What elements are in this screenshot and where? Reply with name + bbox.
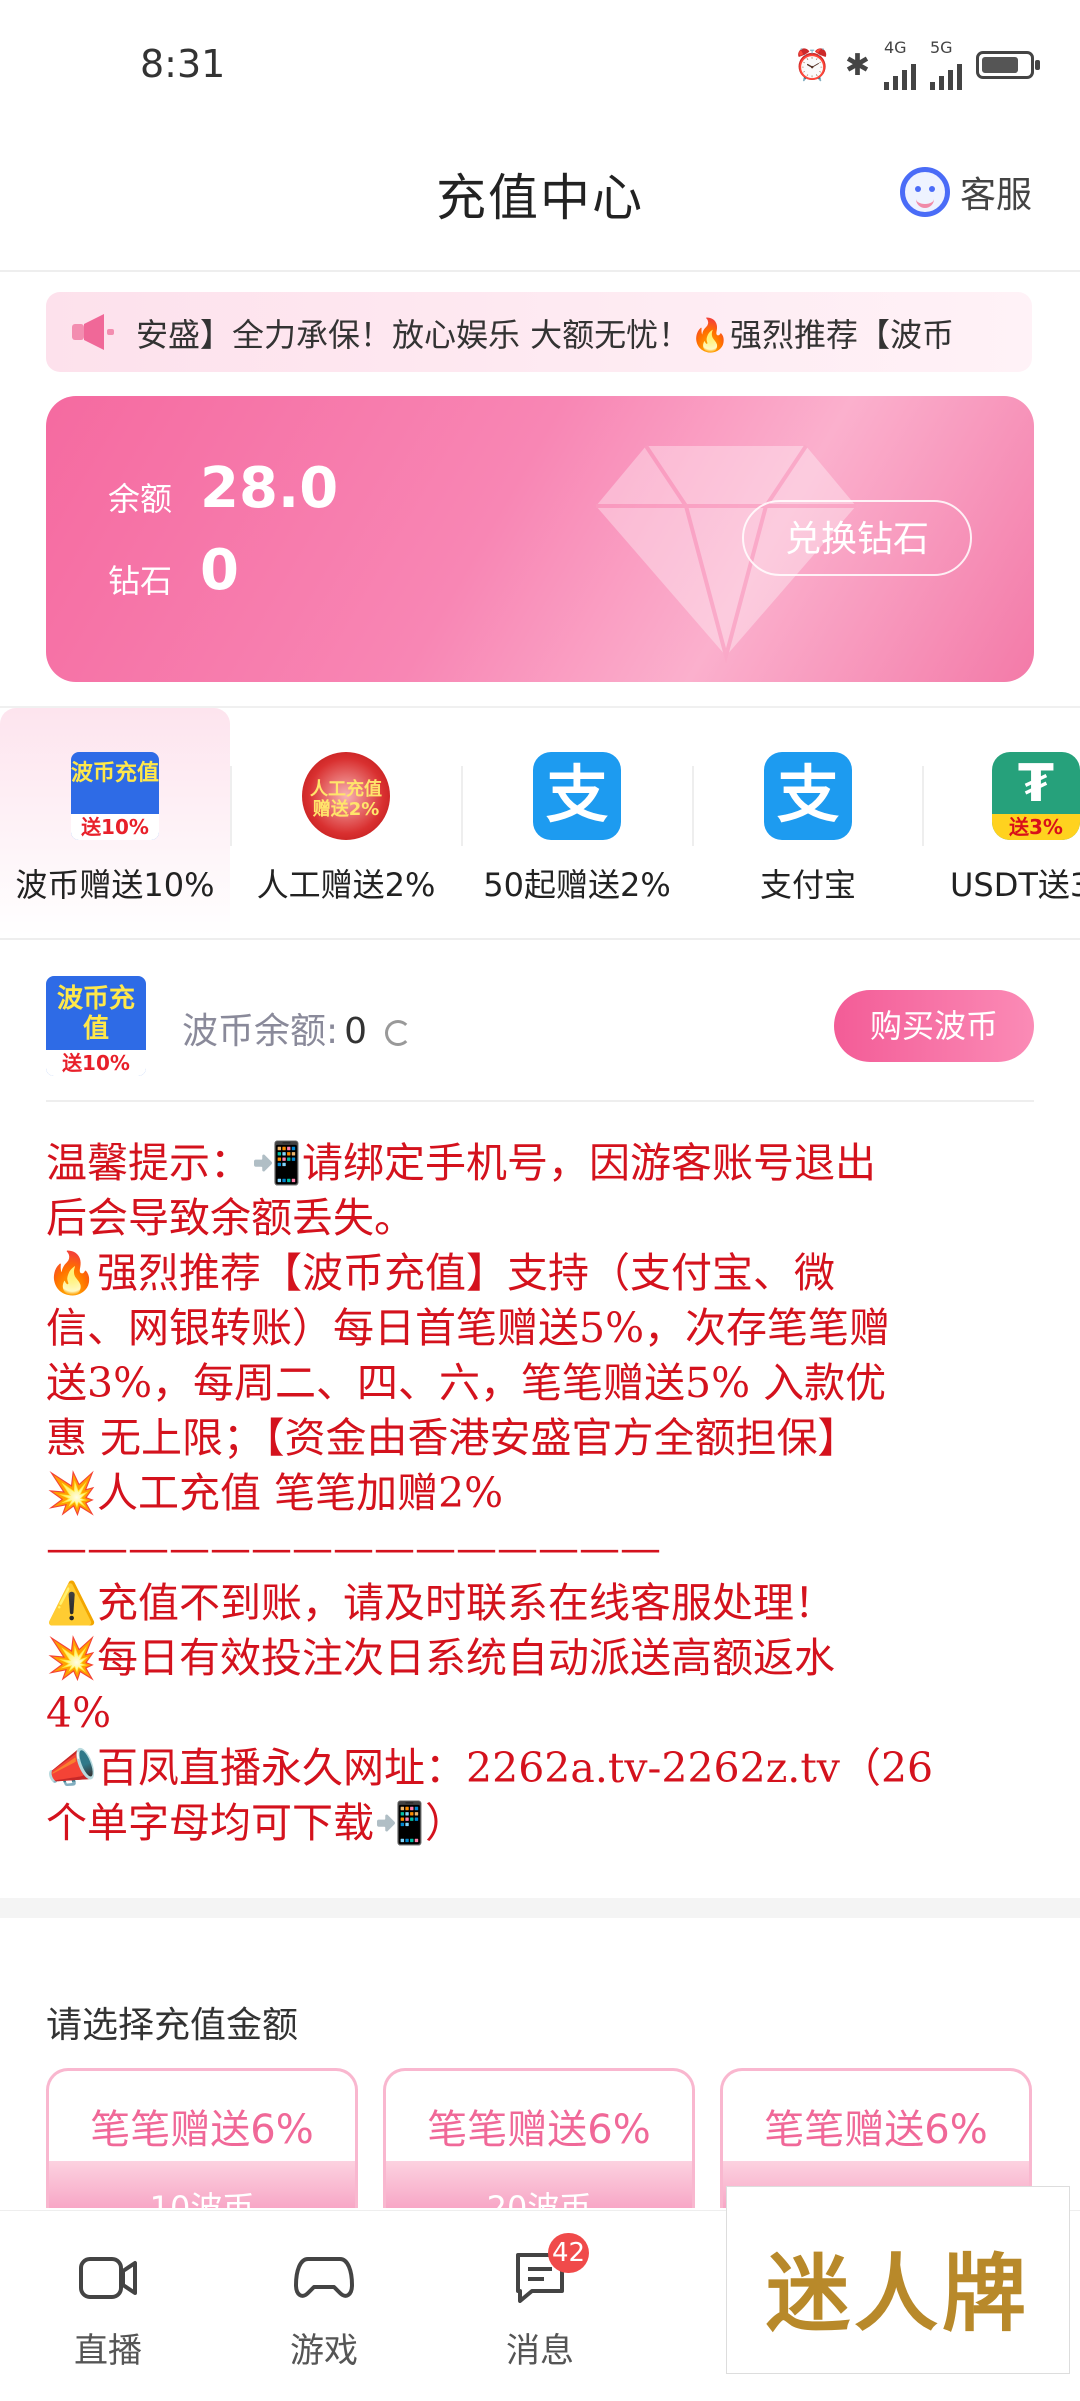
status-icons: ⏰ ✱ 4G 5G — [793, 40, 1040, 90]
notice-line: 📣百凤直播永久网址：2262a.tv-2262z.tv（26 — [46, 1744, 934, 1792]
amount-option[interactable]: 笔笔赠送6% 10波币 — [46, 2068, 358, 2208]
watermark-logo: 迷人牌 — [726, 2186, 1070, 2374]
notice-line: 💥人工充值 笔笔加赠2% — [46, 1469, 504, 1517]
payment-tab-alipay-50[interactable]: 支 50起赠送2% — [462, 708, 692, 936]
header-divider — [0, 270, 1080, 272]
notice-line: 🔥强烈推荐【波币充值】支持（支付宝、微 — [46, 1249, 836, 1297]
balance-value: 28.0 — [200, 456, 339, 521]
gamepad-icon — [294, 2257, 354, 2298]
notice-line: ⚠️充值不到账，请及时联系在线客服处理！ — [46, 1579, 836, 1627]
buy-bobi-button[interactable]: 购买波币 — [834, 990, 1034, 1062]
payment-tab-alipay[interactable]: 支 支付宝 — [693, 708, 923, 936]
customer-service-button[interactable]: 客服 — [899, 166, 1032, 218]
bobi-logo-icon: 波币充值 送10% — [46, 976, 146, 1076]
bobi-balance-label: 波币余额: — [182, 1011, 339, 1052]
amount-option[interactable]: 笔笔赠送6% 20波币 — [383, 2068, 695, 2208]
notice-line: 送3%，每周二、四、六，笔笔赠送5% 入款优 — [46, 1359, 887, 1407]
section-gap — [0, 1898, 1080, 1918]
announcement-marquee[interactable]: 安盛】全力承保！放心娱乐 大额无忧！🔥强烈推荐【波币 — [46, 292, 1032, 372]
recharge-notice: 温馨提示：📲请绑定手机号，因游客账号退出 后会导致余额丢失。 🔥强烈推荐【波币充… — [46, 1136, 1046, 1851]
notice-line: 💥每日有效投注次日系统自动派送高额返水 — [46, 1634, 836, 1682]
amount-promo: 笔笔赠送6% — [764, 2107, 988, 2153]
notice-line: 温馨提示：📲请绑定手机号，因游客账号退出 — [46, 1139, 877, 1187]
battery-icon — [976, 51, 1040, 79]
divider — [0, 938, 1080, 940]
amount-promo: 笔笔赠送6% — [427, 2107, 651, 2153]
payment-tab-bobi[interactable]: 波币充值 送10% 波币赠送10% — [0, 708, 230, 936]
signal-bars-icon — [884, 56, 916, 90]
signal-5g: 5G — [930, 40, 962, 90]
exchange-diamond-button[interactable]: 兑换钻石 — [742, 500, 972, 576]
divider — [46, 1100, 1034, 1102]
nav-label: 游戏 — [290, 2331, 358, 2371]
notice-line: 个单字母均可下载📲） — [46, 1799, 467, 1847]
bobi-recharge-icon: 波币充值 送10% — [71, 752, 159, 840]
live-camera-icon — [79, 2257, 137, 2299]
bobi-balance: 波币余额: 0 — [182, 1002, 412, 1054]
alarm-icon: ⏰ — [793, 47, 831, 83]
bobi-balance-value: 0 — [344, 1011, 368, 1052]
recharge-amount-title: 请选择充值金额 — [46, 2005, 299, 2046]
manual-recharge-icon: 人工充值 赠送2% — [302, 752, 390, 840]
payment-tab-label: 人工赠送2% — [256, 866, 436, 904]
payment-tab-label: USDT送3 — [950, 866, 1080, 904]
bluetooth-icon: ✱ — [844, 47, 870, 83]
status-time: 8:31 — [140, 42, 226, 86]
balance-label: 余额 — [108, 480, 173, 518]
nav-label: 直播 — [74, 2331, 142, 2371]
alipay-icon: 支 — [533, 752, 621, 840]
nav-item-games[interactable]: 游戏 — [216, 2211, 432, 2401]
notice-line: 信、网银转账）每日首笔赠送5%，次存笔笔赠 — [46, 1304, 891, 1352]
payment-tab-label: 支付宝 — [759, 866, 856, 904]
amount-value: 10波币 — [149, 2189, 255, 2208]
speaker-icon — [72, 314, 114, 350]
usdt-icon: ₮ 送3% — [992, 752, 1080, 840]
marquee-text: 安盛】全力承保！放心娱乐 大额无忧！🔥强烈推荐【波币 — [136, 316, 955, 354]
notice-line: 惠 无上限；【资金由香港安盛官方全额担保】 — [46, 1414, 859, 1462]
nav-item-live[interactable]: 直播 — [0, 2211, 216, 2401]
customer-service-icon — [899, 167, 950, 217]
payment-tab-usdt[interactable]: ₮ 送3% USDT送3 — [924, 708, 1080, 936]
payment-tab-label: 50起赠送2% — [483, 866, 671, 904]
payment-tab-label: 波币赠送10% — [15, 866, 215, 904]
amount-promo: 笔笔赠送6% — [90, 2107, 314, 2153]
signal-4g: 4G — [884, 40, 916, 90]
amount-value: 20波币 — [486, 2189, 592, 2208]
diamond-label: 钻石 — [108, 562, 173, 600]
nav-label: 消息 — [506, 2331, 574, 2371]
notice-line: 4% — [46, 1689, 112, 1737]
customer-service-label: 客服 — [959, 175, 1032, 216]
balance-card: 余额 28.0 钻石 0 兑换钻石 — [46, 396, 1034, 682]
notice-line: ——————————————— — [46, 1524, 661, 1572]
notice-line: 后会导致余额丢失。 — [46, 1194, 415, 1242]
alipay-icon: 支 — [764, 752, 852, 840]
diamond-value: 0 — [200, 538, 239, 603]
unread-badge: 42 — [548, 2233, 590, 2273]
refresh-icon[interactable] — [385, 1020, 412, 1046]
nav-item-messages[interactable]: 42 消息 — [432, 2211, 648, 2401]
signal-bars-icon — [930, 56, 962, 90]
payment-tab-manual[interactable]: 人工充值 赠送2% 人工赠送2% — [231, 708, 461, 936]
